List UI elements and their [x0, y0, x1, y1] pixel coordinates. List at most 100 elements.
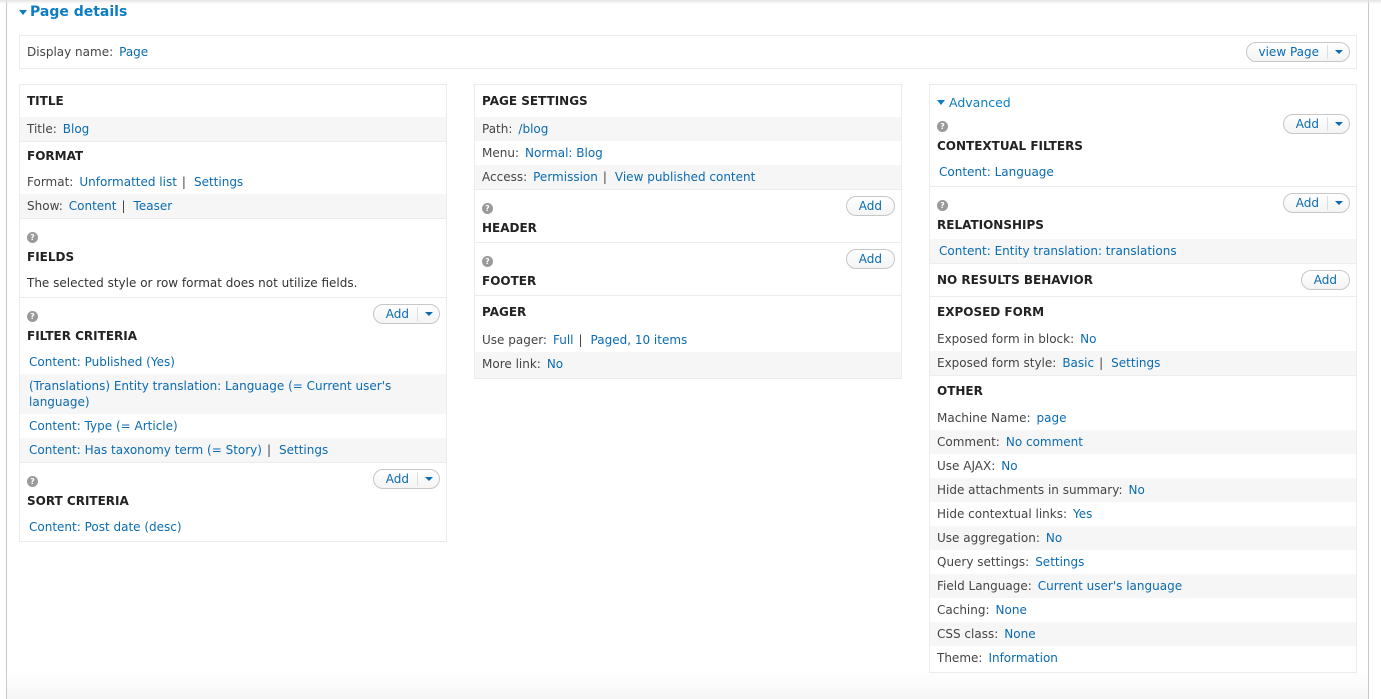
- view-page-button[interactable]: view Page: [1245, 42, 1350, 62]
- advanced-toggle[interactable]: Advanced: [930, 85, 1356, 114]
- other-row-label: Caching:: [937, 603, 990, 617]
- add-label[interactable]: Add: [859, 199, 882, 213]
- path-label: Path:: [482, 122, 513, 136]
- sort-add-button[interactable]: Add: [372, 469, 440, 489]
- sort-link[interactable]: Content: Post date (desc): [29, 520, 182, 534]
- separator: |: [602, 170, 607, 184]
- other-heading: OTHER: [937, 384, 983, 398]
- show-link[interactable]: Content: [69, 199, 117, 213]
- other-row: Theme: Information: [930, 646, 1356, 672]
- relationships-add-button[interactable]: Add: [1282, 193, 1350, 213]
- separator: |: [181, 175, 186, 189]
- other-row-label: Query settings:: [937, 555, 1030, 569]
- contextual-item: Content: Language: [930, 160, 1356, 186]
- format-label: Format:: [27, 175, 74, 189]
- contextual-link[interactable]: Content: Language: [939, 165, 1054, 179]
- other-row-value[interactable]: Settings: [1035, 555, 1084, 569]
- other-row-value[interactable]: Current user's language: [1038, 579, 1182, 593]
- display-name-link[interactable]: Page: [119, 45, 148, 59]
- relationship-item: Content: Entity translation: translation…: [930, 239, 1356, 263]
- help-icon[interactable]: ?: [27, 311, 38, 322]
- access-option-link[interactable]: View published content: [615, 170, 755, 184]
- exposed-block-link[interactable]: No: [1080, 332, 1096, 346]
- path-row: Path: /blog: [475, 117, 901, 141]
- contextual-add-button[interactable]: Add: [1282, 114, 1350, 134]
- path-link[interactable]: /blog: [518, 122, 548, 136]
- filter-link[interactable]: (Translations) Entity translation: Langu…: [29, 379, 391, 409]
- menu-label: Menu:: [482, 146, 519, 160]
- separator: |: [121, 199, 126, 213]
- access-link[interactable]: Permission: [533, 170, 598, 184]
- add-label[interactable]: Add: [386, 307, 417, 321]
- help-icon[interactable]: ?: [482, 203, 493, 214]
- format-settings-link[interactable]: Settings: [194, 175, 243, 189]
- help-icon[interactable]: ?: [937, 121, 948, 132]
- other-row-value[interactable]: page: [1037, 411, 1067, 425]
- page-details-toggle[interactable]: Page details: [19, 4, 127, 20]
- help-icon[interactable]: ?: [937, 200, 948, 211]
- section-no-results: NO RESULTS BEHAVIOR Add: [930, 264, 1356, 297]
- chevron-down-icon: [424, 477, 433, 481]
- other-row-value[interactable]: No: [1129, 483, 1145, 497]
- other-row: Field Language: Current user's language: [930, 574, 1356, 598]
- add-dropdown[interactable]: [417, 307, 439, 321]
- filter-add-button[interactable]: Add: [372, 304, 440, 324]
- filter-settings-link[interactable]: Settings: [279, 443, 328, 457]
- other-row-value[interactable]: No: [1001, 459, 1017, 473]
- chevron-down-icon: [1334, 201, 1343, 205]
- exposed-settings-link[interactable]: Settings: [1111, 356, 1160, 370]
- header-add-button[interactable]: Add: [845, 196, 895, 216]
- add-label[interactable]: Add: [1314, 273, 1337, 287]
- other-row-label: Hide contextual links:: [937, 507, 1068, 521]
- help-icon[interactable]: ?: [27, 232, 38, 243]
- filter-heading: FILTER CRITERIA: [27, 329, 138, 343]
- add-label[interactable]: Add: [1296, 117, 1327, 131]
- other-row-label: Field Language:: [937, 579, 1032, 593]
- page-settings-heading: PAGE SETTINGS: [482, 94, 588, 108]
- use-pager-link[interactable]: Full: [553, 333, 574, 347]
- view-page-label[interactable]: view Page: [1259, 45, 1328, 59]
- add-dropdown[interactable]: [417, 472, 439, 486]
- show-option-link[interactable]: Teaser: [134, 199, 173, 213]
- add-label[interactable]: Add: [386, 472, 417, 486]
- other-row-value[interactable]: Information: [988, 651, 1057, 665]
- other-row-label: CSS class:: [937, 627, 999, 641]
- add-dropdown[interactable]: [1327, 196, 1349, 210]
- section-header: ? Add HEADER: [475, 190, 901, 243]
- add-label[interactable]: Add: [1296, 196, 1327, 210]
- other-row-value[interactable]: No comment: [1006, 435, 1083, 449]
- title-row: Title: Blog: [20, 117, 446, 141]
- view-page-dropdown[interactable]: [1327, 45, 1349, 59]
- filter-link[interactable]: Content: Type (= Article): [29, 419, 178, 433]
- other-row-value[interactable]: Yes: [1073, 507, 1092, 521]
- help-icon[interactable]: ?: [482, 256, 493, 267]
- no-results-add-button[interactable]: Add: [1300, 270, 1350, 290]
- filter-link[interactable]: Content: Has taxonomy term (= Story): [29, 443, 262, 457]
- other-row-value[interactable]: No: [1046, 531, 1062, 545]
- add-label[interactable]: Add: [859, 252, 882, 266]
- other-row-value[interactable]: None: [1004, 627, 1035, 641]
- add-dropdown[interactable]: [1327, 117, 1349, 131]
- exposed-style-link[interactable]: Basic: [1062, 356, 1094, 370]
- filter-link[interactable]: Content: Published (Yes): [29, 355, 175, 369]
- more-link-label: More link:: [482, 357, 541, 371]
- section-exposed-form: EXPOSED FORM Exposed form in block: No Ex…: [930, 297, 1356, 376]
- menu-link[interactable]: Normal: Blog: [525, 146, 603, 160]
- title-heading: TITLE: [27, 94, 64, 108]
- pager-option-link[interactable]: Paged, 10 items: [591, 333, 688, 347]
- column-advanced: Advanced ? Add CONTEXTUAL FILTERS Conten…: [929, 84, 1357, 673]
- other-row-value[interactable]: None: [996, 603, 1027, 617]
- chevron-down-icon: [1334, 50, 1343, 54]
- more-link-value[interactable]: No: [547, 357, 563, 371]
- other-row: Comment: No comment: [930, 430, 1356, 454]
- filter-item: (Translations) Entity translation: Langu…: [20, 374, 446, 414]
- footer-add-button[interactable]: Add: [845, 249, 895, 269]
- header-help-row: ?: [475, 190, 901, 214]
- title-link[interactable]: Blog: [63, 122, 90, 136]
- no-results-heading: NO RESULTS BEHAVIOR: [937, 273, 1093, 287]
- relationship-link[interactable]: Content: Entity translation: translation…: [939, 244, 1177, 258]
- help-icon[interactable]: ?: [27, 476, 38, 487]
- separator: |: [578, 333, 583, 347]
- format-link[interactable]: Unformatted list: [79, 175, 177, 189]
- triangle-down-icon: [937, 100, 945, 105]
